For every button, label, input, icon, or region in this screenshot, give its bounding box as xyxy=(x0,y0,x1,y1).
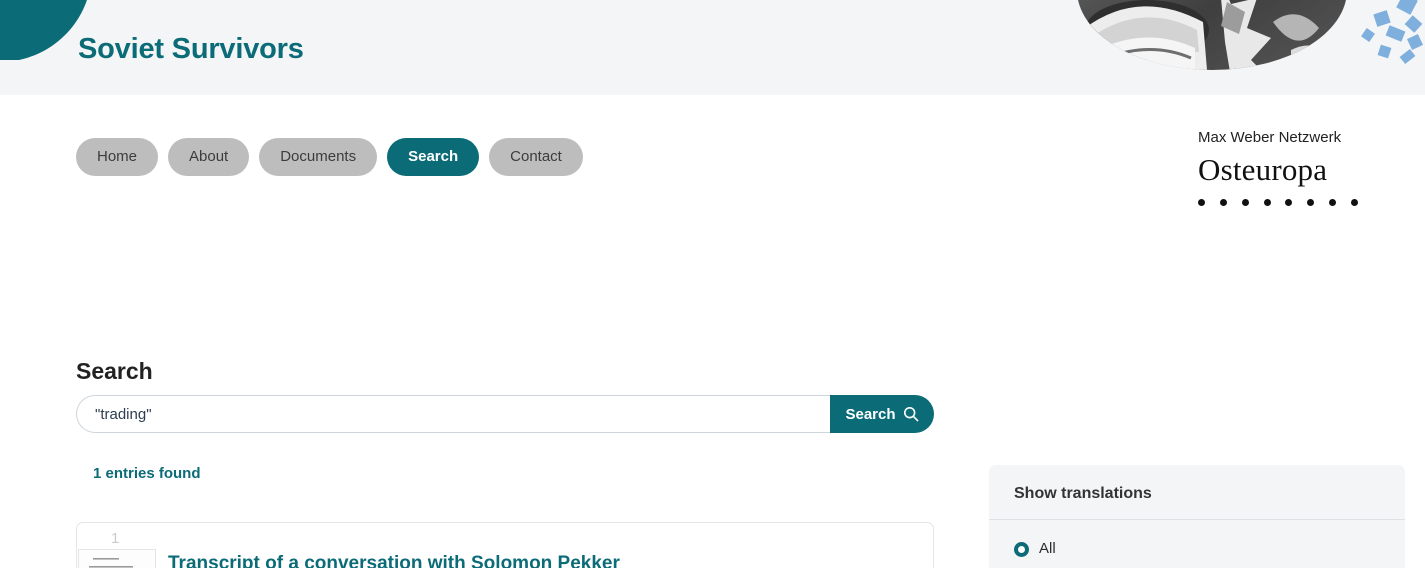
document-thumbnail[interactable] xyxy=(78,549,156,568)
archival-photo xyxy=(1077,0,1347,70)
radio-option-all[interactable]: All xyxy=(1014,536,1380,562)
site-header: Soviet Survivors xyxy=(0,0,1425,95)
search-input[interactable] xyxy=(76,395,830,433)
translations-filter-panel: Show translations All Only translations … xyxy=(989,465,1405,568)
result-title-link[interactable]: Transcript of a conversation with Solomo… xyxy=(168,553,620,568)
partner-logo-name: Osteuropa xyxy=(1198,152,1328,187)
nav-item-documents[interactable]: Documents xyxy=(259,138,378,176)
site-title: Soviet Survivors xyxy=(78,33,304,65)
translations-options: All Only translations Only original xyxy=(989,520,1405,568)
radio-label-only-translations: Only translations xyxy=(1039,562,1151,568)
search-button[interactable]: Search xyxy=(830,395,934,433)
page-title: Search xyxy=(76,358,153,384)
search-button-label: Search xyxy=(845,405,896,423)
search-icon xyxy=(903,406,919,422)
corner-swoosh-decoration xyxy=(0,0,90,60)
radio-option-only-translations[interactable]: Only translations xyxy=(1014,562,1380,568)
partner-logo: Max Weber Netzwerk Osteuropa xyxy=(1198,128,1373,206)
partner-logo-kicker: Max Weber Netzwerk xyxy=(1198,129,1342,146)
nav-item-home[interactable]: Home xyxy=(76,138,159,176)
nav-item-search[interactable]: Search xyxy=(387,138,480,176)
partner-logo-dots xyxy=(1198,199,1358,206)
nav-item-contact[interactable]: Contact xyxy=(489,138,583,176)
nav-item-about[interactable]: About xyxy=(168,138,250,176)
search-form: Search xyxy=(76,395,934,433)
radio-mark-icon xyxy=(1014,541,1029,557)
result-index: 1 xyxy=(111,530,120,547)
confetti-decoration xyxy=(1355,0,1425,65)
page-content: Home About Documents Search Contact Max … xyxy=(0,95,1425,568)
result-body: Transcript of a conversation with Solomo… xyxy=(168,551,934,568)
result-card[interactable]: 1 Transcript of a conversation with Solo… xyxy=(76,522,934,568)
results-count: 1 entries found xyxy=(93,465,201,482)
translations-panel-title: Show translations xyxy=(989,465,1405,520)
radio-label-all: All xyxy=(1039,540,1056,557)
main-navigation: Home About Documents Search Contact xyxy=(76,138,583,176)
